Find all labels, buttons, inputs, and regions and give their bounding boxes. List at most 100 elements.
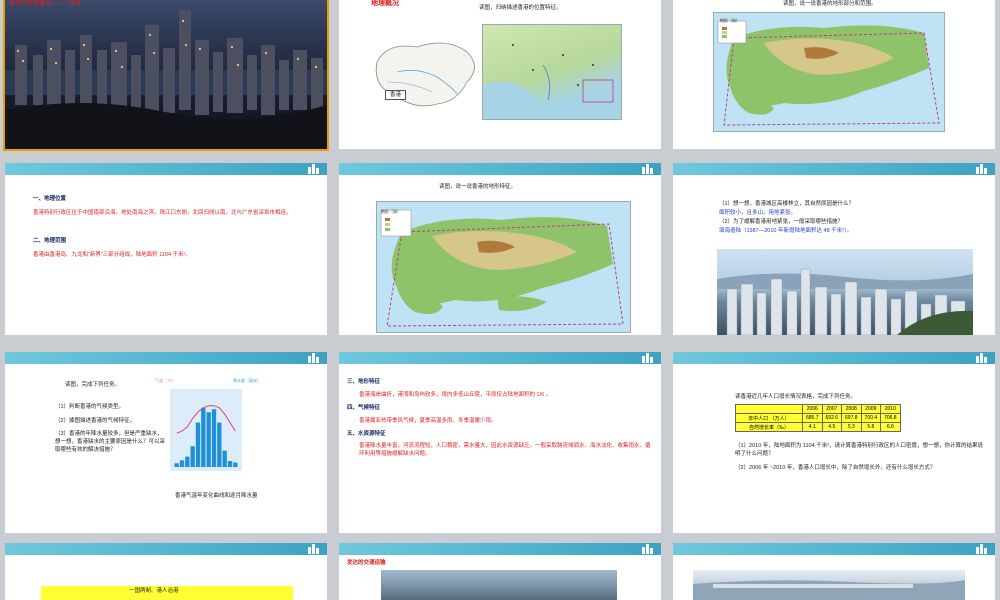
precip-axis-label: 降水量（毫米）: [233, 378, 261, 383]
precip-bar: [206, 412, 211, 467]
building-logo-icon: [976, 544, 987, 554]
temp-axis-label: 气温（℃）: [155, 378, 176, 383]
section-5-title: 五、水资源特征: [347, 431, 386, 437]
skyline-graphic: [717, 268, 973, 335]
hong-kong-map-label: 香港: [385, 90, 407, 100]
slide-prompt: 读图，归纳描述香港的位置特征。: [479, 5, 562, 11]
precip-bar: [233, 462, 238, 467]
delta-map-graphic: [483, 44, 621, 119]
precip-bar: [201, 407, 206, 467]
building-logo-icon: [308, 164, 319, 174]
terrain-map-graphic: [380, 209, 624, 327]
building-logo-icon: [308, 544, 319, 554]
table-cell: 692.6: [821, 413, 843, 423]
precip-bar: [222, 450, 227, 467]
slide-thumbnail-2[interactable]: 地理概况 读图，归纳描述香港的位置特征。 香港: [339, 0, 661, 149]
section-1-title: 一、地理位置: [33, 196, 67, 202]
slide-header-band: [339, 543, 661, 555]
table-cell: 700.4: [860, 413, 882, 423]
table-cell: 5.3: [841, 422, 862, 432]
slide-header-band: [339, 163, 661, 175]
table-cell: 4.5: [821, 422, 843, 432]
building-logo-icon: [976, 164, 987, 174]
slide-header-band: [5, 352, 327, 364]
section-4-title: 四、气候特征: [347, 405, 381, 411]
question-1: （1）想一想，香港城区高楼林立，其自然原因是什么？: [719, 201, 855, 207]
precip-bar: [179, 460, 185, 467]
building-logo-icon: [642, 353, 653, 363]
slide-thumbnail-4[interactable]: 一、地理位置 香港特别行政区位于中国南部沿海，地处南海之滨，珠江口东侧，北回归线…: [5, 163, 327, 335]
china-outline-map: [375, 42, 475, 107]
building-logo-icon: [308, 353, 319, 363]
city-skyline-photo: [717, 249, 973, 335]
table-row-label: 自然增长率（‰）: [735, 422, 803, 432]
slide-thumbnail-5[interactable]: 读图，说一说香港的地形特征。 地形（米）: [339, 163, 661, 335]
slide-thumbnail-12[interactable]: [673, 543, 995, 600]
question-2: （2）2006 年 ~2010 年，香港人口增长中，除了自然增长外，还有什么增长…: [735, 465, 936, 471]
precip-bar: [195, 422, 201, 467]
slide-prompt: 读香港近几年人口增长情况表格，完成下列任务。: [735, 394, 857, 400]
slide-thumbnail-11[interactable]: 发达的交通运输: [339, 543, 661, 600]
table-year-cell: 2006: [802, 404, 823, 414]
terrain-legend-title: 地形（米）: [720, 18, 740, 23]
slide-thumbnail-7[interactable]: 读图，完成下列任务。 （1）判断香港的气候类型。 （2）據图描述香港的气候特征。…: [5, 352, 327, 533]
answer-1: 面积较小，且多山，用地紧张。: [719, 210, 797, 216]
slide-header-band: [673, 163, 995, 175]
slide-thumbnail-1[interactable]: 香港的地理概况——一座城: [3, 0, 329, 151]
table-row: 自然增长率（‰） 4.1 4.5 5.3 5.8 6.6: [735, 422, 901, 432]
question-2: （2）为了缓解香港用地紧张，一般采取哪些措施？: [719, 219, 844, 225]
slide-thumbnail-9[interactable]: 读香港近几年人口增长情况表格，完成下列任务。 2006 2007 2008 20…: [673, 352, 995, 533]
precip-bar: [185, 456, 190, 467]
table-corner-cell: [735, 404, 803, 414]
table-year-cell: 2010: [880, 404, 901, 414]
banner-text: 一国两制、港人治港: [129, 588, 179, 594]
building-logo-icon: [642, 544, 653, 554]
terrain-legend-title: 地形（米）: [381, 209, 401, 214]
hong-kong-terrain-map: [713, 12, 945, 132]
slide-header-band: [673, 543, 995, 555]
chart-caption: 香港气温年变化曲线和逐月降水量: [175, 493, 258, 499]
section-4-body: 香港属亚热带季风气候，夏季高温多雨，冬季温暖少雨。: [359, 418, 497, 424]
table-row: 年中人口 （万人） 685.7 692.6 697.8 700.4 706.8: [735, 413, 901, 423]
slide-header-band: [673, 352, 995, 364]
building-logo-icon: [642, 164, 653, 174]
section-5-body: 香港降水量丰富，河流流程短，人口稠密，需水量大，因此水资源缺乏。一般采取跨流域调…: [359, 443, 651, 457]
harbor-photo: [381, 570, 617, 600]
population-table: 2006 2007 2008 2009 2010 年中人口 （万人） 685.7…: [735, 404, 901, 432]
table-cell: 685.7: [802, 413, 823, 423]
slide-thumbnail-8[interactable]: 三、地形特征 香港海岸曲折，港湾和岛屿较多，境内多低山丘陵，平原仅占陆地面积的 …: [339, 352, 661, 533]
table-cell: 6.6: [880, 422, 901, 432]
table-row-label: 年中人口 （万人）: [735, 413, 803, 423]
answer-2: 填海造陆（1987—2010 年新增陆地面积达 48 千米²）。: [719, 228, 853, 234]
section-2-body: 香港由香港岛、九龙和“新界”三部分组成，陆地面积 1104 千米²。: [33, 252, 191, 258]
precip-bar: [227, 461, 233, 467]
airport-graphic: [693, 580, 965, 600]
slide-thumbnail-3[interactable]: 读图，说一说香港的地形部分和范围。 地形（米）: [673, 0, 995, 149]
task-1: （1）判断香港的气候类型。: [55, 404, 125, 410]
pearl-river-delta-map: [482, 24, 622, 120]
precip-bar: [217, 422, 222, 467]
slide-prompt: 读图，说一说香港的地形特征。: [439, 184, 517, 190]
slide-thumbnail-10[interactable]: 一国两制、港人治港: [5, 543, 327, 600]
terrain-map-graphic: [717, 20, 940, 126]
table-cell: 706.8: [880, 413, 901, 423]
slide-thumbnail-6[interactable]: （1）想一想，香港城区高楼林立，其自然原因是什么？ 面积较小，且多山，用地紧张。…: [673, 163, 995, 335]
climate-chart: [170, 389, 242, 471]
section-1-body: 香港特别行政区位于中国南部沿海，地处南海之滨，珠江口东侧，北回归线以南，北与广东…: [33, 210, 292, 216]
table-cell: 5.8: [860, 422, 882, 432]
question-1: （1）2010 年，陆地面积为 1104 千米²，请计算香港特别行政区的人口密度…: [735, 443, 984, 457]
slide-header-band: [5, 163, 327, 175]
table-cell: 697.8: [841, 413, 862, 423]
slide-header-band: [5, 543, 327, 555]
skyline-graphic: [5, 10, 327, 149]
slide-prompt: 读图，完成下列任务。: [65, 382, 121, 388]
table-header-row: 2006 2007 2008 2009 2010: [735, 404, 901, 414]
slide-header-band: [339, 352, 661, 364]
precip-bar: [174, 463, 179, 467]
airport-photo: [693, 570, 965, 600]
section-3-body: 香港海岸曲折，港湾和岛屿较多，境内多低山丘陵，平原仅占陆地面积的 1/6 。: [359, 392, 552, 398]
table-year-cell: 2009: [860, 404, 882, 414]
table-year-cell: 2007: [821, 404, 843, 414]
building-logo-icon: [976, 353, 987, 363]
section-2-title: 二、地理范围: [33, 238, 67, 244]
